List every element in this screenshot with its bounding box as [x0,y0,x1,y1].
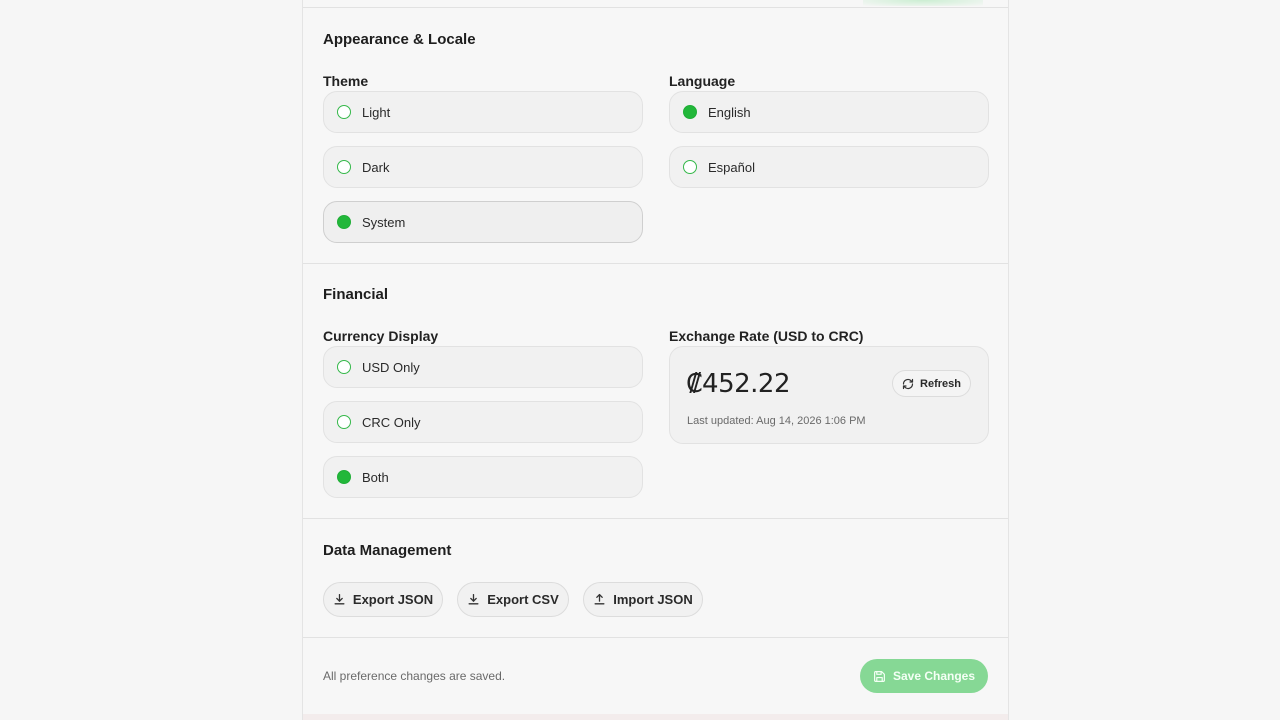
save-status-note: All preference changes are saved. [323,669,506,683]
radio-icon [337,360,351,374]
option-label: English [708,104,751,120]
export-csv-label: Export CSV [487,592,559,607]
last-updated-text: Last updated: Aug 14, 2026 1:06 PM [687,415,866,427]
radio-icon [337,415,351,429]
save-changes-button[interactable]: Save Changes [860,659,988,693]
radio-icon [337,105,351,119]
download-icon [467,593,480,606]
exchange-rate-card: ₡452.22 Last updated: Aug 14, 2026 1:06 … [669,346,989,444]
option-label: Dark [362,159,390,175]
divider [303,7,1008,8]
upload-icon [593,593,606,606]
option-label: Español [708,159,755,175]
language-option-espanol[interactable]: Español [669,146,989,188]
export-json-label: Export JSON [352,592,434,607]
option-label: Both [362,469,389,485]
settings-panel: Appearance & Locale Theme Light Dark Sys… [302,0,1009,720]
save-icon [873,670,886,683]
currency-option-both[interactable]: Both [323,456,643,498]
import-json-label: Import JSON [613,592,693,607]
download-icon [333,593,346,606]
theme-option-light[interactable]: Light [323,91,643,133]
financial-section-title: Financial [323,286,389,303]
save-changes-label: Save Changes [892,669,976,683]
theme-option-dark[interactable]: Dark [323,146,643,188]
option-label: CRC Only [362,414,421,430]
language-option-english[interactable]: English [669,91,989,133]
top-glow [863,0,983,6]
option-label: USD Only [362,359,420,375]
radio-checked-icon [683,105,697,119]
bottom-strip [303,714,1008,720]
radio-checked-icon [337,215,351,229]
exchange-rate-label: Exchange Rate (USD to CRC) [669,328,864,344]
export-csv-button[interactable]: Export CSV [457,582,569,617]
divider [303,637,1008,638]
import-json-button[interactable]: Import JSON [583,582,703,617]
currency-display-label: Currency Display [323,328,439,344]
radio-icon [683,160,697,174]
language-label: Language [669,73,736,89]
theme-option-system[interactable]: System [323,201,643,243]
divider [303,518,1008,519]
refresh-icon [902,378,914,390]
theme-label: Theme [323,73,369,89]
radio-checked-icon [337,470,351,484]
radio-icon [337,160,351,174]
option-label: System [362,214,406,230]
export-json-button[interactable]: Export JSON [323,582,443,617]
exchange-rate-value: ₡452.22 [686,369,791,399]
option-label: Light [362,104,391,120]
currency-option-usd-only[interactable]: USD Only [323,346,643,388]
divider [303,263,1008,264]
data-management-section-title: Data Management [323,542,452,559]
appearance-section-title: Appearance & Locale [323,31,476,48]
refresh-label: Refresh [920,377,961,390]
refresh-button[interactable]: Refresh [892,370,971,397]
currency-option-crc-only[interactable]: CRC Only [323,401,643,443]
